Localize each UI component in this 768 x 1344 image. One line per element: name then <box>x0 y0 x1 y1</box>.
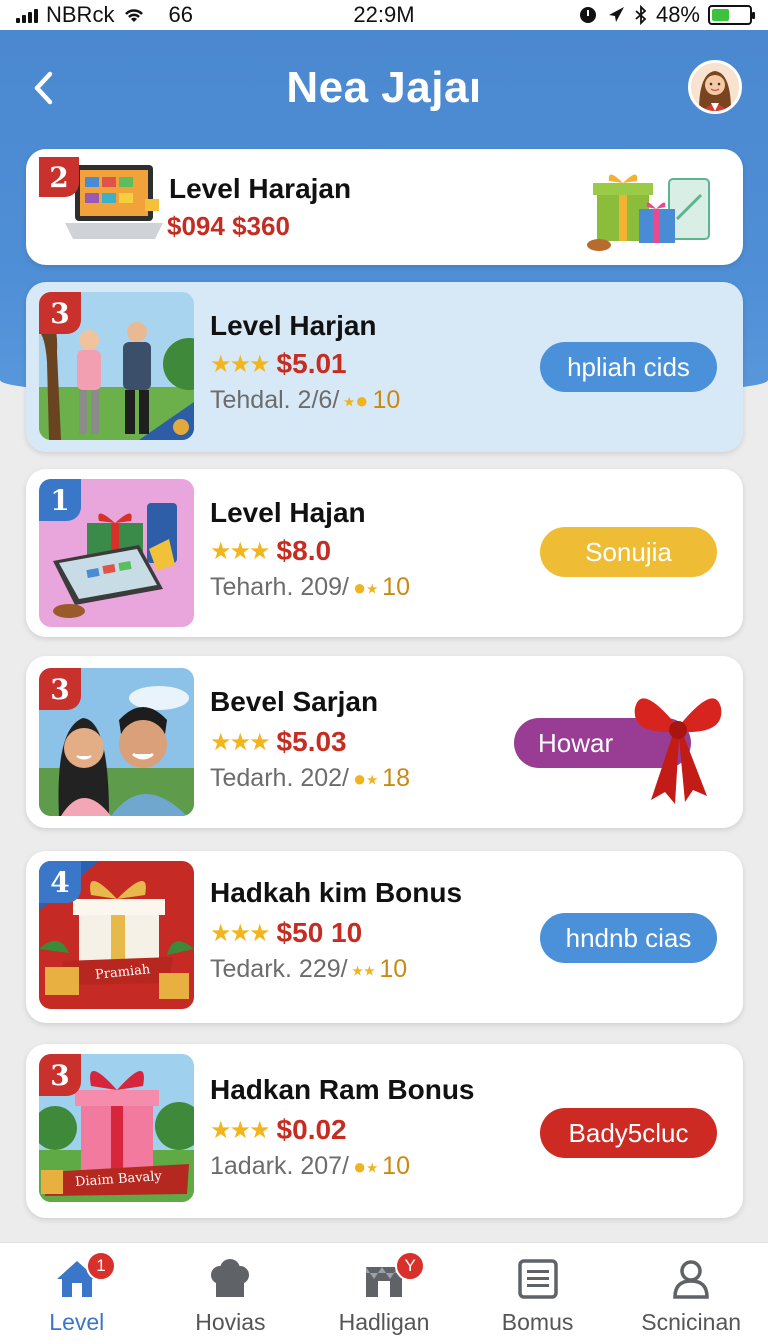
rank-badge: 3 <box>39 292 81 334</box>
item-title: Level Harjan <box>210 310 377 341</box>
chevron-left-icon <box>34 71 53 105</box>
profile-icon <box>673 1260 709 1299</box>
list-item[interactable]: 1 Level Hajan ★★★ $8.0 Teharh. 209/ ●⭑ 1… <box>26 469 743 637</box>
item-price: $0.02 <box>276 1114 347 1145</box>
rank-badge: 4 <box>39 861 81 903</box>
list-icon <box>517 1259 558 1299</box>
rating-stars-icon: ★★★ <box>210 919 271 947</box>
item-meta-text: Tehdal. 2/6/ <box>210 386 340 414</box>
bottom-nav: 1 Level Hovias Y Hadligan Bomus Scnicina… <box>0 1242 768 1344</box>
bluetooth-icon <box>635 5 647 25</box>
gifts-illustration <box>583 159 723 257</box>
back-button[interactable] <box>28 68 58 108</box>
ribbon-bow-icon <box>634 698 722 804</box>
item-title: Hadkah kim Bonus <box>210 877 463 908</box>
rating-stars-icon: ★★★ <box>210 728 271 756</box>
battery-percent: 48% <box>655 2 700 27</box>
item-title: Bevel Sarjan <box>210 686 379 717</box>
couple-park-thumbnail: 3 <box>39 292 194 440</box>
nav-label: Bomus <box>501 1309 574 1335</box>
item-action-button[interactable]: hndnb cias <box>540 913 717 963</box>
item-price: $5.01 <box>276 348 347 379</box>
star-star-icon: ⭑⭑ <box>351 956 376 982</box>
item-meta-text: 1adark. 207/ <box>210 1152 349 1180</box>
item-meta-count: 18 <box>382 764 410 792</box>
coin-star-icon: ●⭑ <box>353 1153 379 1179</box>
item-meta-text: Tedark. 229/ <box>210 955 348 983</box>
gift-box-thumbnail: 4 Pramiah <box>39 861 194 1009</box>
nav-label: Hadligan <box>338 1309 430 1335</box>
rating-stars-icon: ★★★ <box>210 537 271 565</box>
couple-portrait-thumbnail: 3 <box>39 668 194 816</box>
item-meta-count: 10 <box>372 386 401 414</box>
rank-badge: 1 <box>39 479 81 521</box>
clock: 22:9M <box>353 2 415 27</box>
featured-title: Level Harajan <box>169 173 352 204</box>
app-header: Nea Jajaı <box>0 30 768 145</box>
status-bar: NBRck 66 22:9M 48% <box>0 0 768 30</box>
nav-badge: 1 <box>86 1251 116 1281</box>
alarm-icon <box>579 7 596 23</box>
rating-stars-icon: ★★★ <box>210 1116 271 1144</box>
nav-badge: Y <box>395 1251 426 1281</box>
item-action-button[interactable]: Bady5cluc <box>540 1108 717 1158</box>
wifi-icon <box>125 9 144 22</box>
coin-star-icon: ●⭑ <box>353 765 379 791</box>
featured-card[interactable]: 2 Level Harajan $094 $360 <box>26 149 743 265</box>
location-icon <box>608 7 624 22</box>
nav-item-bomus[interactable]: Bomus <box>461 1243 615 1344</box>
item-title: Level Hajan <box>210 497 366 528</box>
item-meta-text: Teharh. 209/ <box>210 573 349 601</box>
rank-badge: 3 <box>39 668 81 710</box>
featured-price: $094 $360 <box>167 211 290 241</box>
list-item[interactable]: 3 Diaim Bavaly Hadkan Ram Bonus ★★★ $0.0… <box>26 1044 743 1218</box>
nav-item-level[interactable]: 1 Level <box>0 1243 154 1344</box>
item-meta-text: Tedarh. 202/ <box>210 764 349 792</box>
item-price: $8.0 <box>276 535 332 566</box>
list-item[interactable]: 4 Pramiah Hadkah kim Bonus ★★★ $50 10 Te… <box>26 851 743 1023</box>
avatar[interactable] <box>688 60 742 114</box>
nav-item-hadligan[interactable]: Y Hadligan <box>307 1243 461 1344</box>
item-title: Hadkan Ram Bonus <box>210 1074 475 1105</box>
item-price: $50 10 <box>276 917 363 948</box>
nav-label: Level <box>49 1309 105 1335</box>
rating-stars-icon: ★★★ <box>210 350 271 378</box>
item-action-button[interactable]: Sonujia <box>540 527 717 577</box>
coin-star-icon: ⭑● <box>343 387 369 413</box>
network-label: 66 <box>168 2 193 27</box>
rank-badge: 3 <box>39 1054 81 1096</box>
item-action-button[interactable]: hpliah cids <box>540 342 717 392</box>
nav-item-scnicinan[interactable]: Scnicinan <box>614 1243 768 1344</box>
nav-item-hovias[interactable]: Hovias <box>154 1243 308 1344</box>
laptop-illustration: 2 <box>39 157 169 257</box>
list-item[interactable]: 3 Bevel Sarjan ★★★ $5.03 Tedarh. 202/ ●⭑… <box>26 656 743 828</box>
nav-label: Hovias <box>195 1309 266 1335</box>
chef-hat-icon <box>211 1259 250 1297</box>
carrier-label: NBRck <box>46 2 115 27</box>
item-meta-count: 10 <box>379 955 408 983</box>
item-price: $5.03 <box>276 726 347 757</box>
item-meta-count: 10 <box>382 573 410 601</box>
pink-gift-thumbnail: 3 Diaim Bavaly <box>39 1054 194 1202</box>
item-meta-count: 10 <box>382 1152 410 1180</box>
tablet-gift-thumbnail: 1 <box>39 479 194 627</box>
nav-label: Scnicinan <box>641 1309 742 1335</box>
signal-icon <box>16 7 38 23</box>
rank-badge: 2 <box>39 157 79 197</box>
battery-icon <box>708 5 755 25</box>
page-title: Nea Jajaı <box>286 62 482 112</box>
list-item[interactable]: 3 Level Harjan ★★★ $5.01 Tehdal. 2/6/ ⭑●… <box>26 282 743 452</box>
coin-star-icon: ●⭑ <box>353 574 379 600</box>
